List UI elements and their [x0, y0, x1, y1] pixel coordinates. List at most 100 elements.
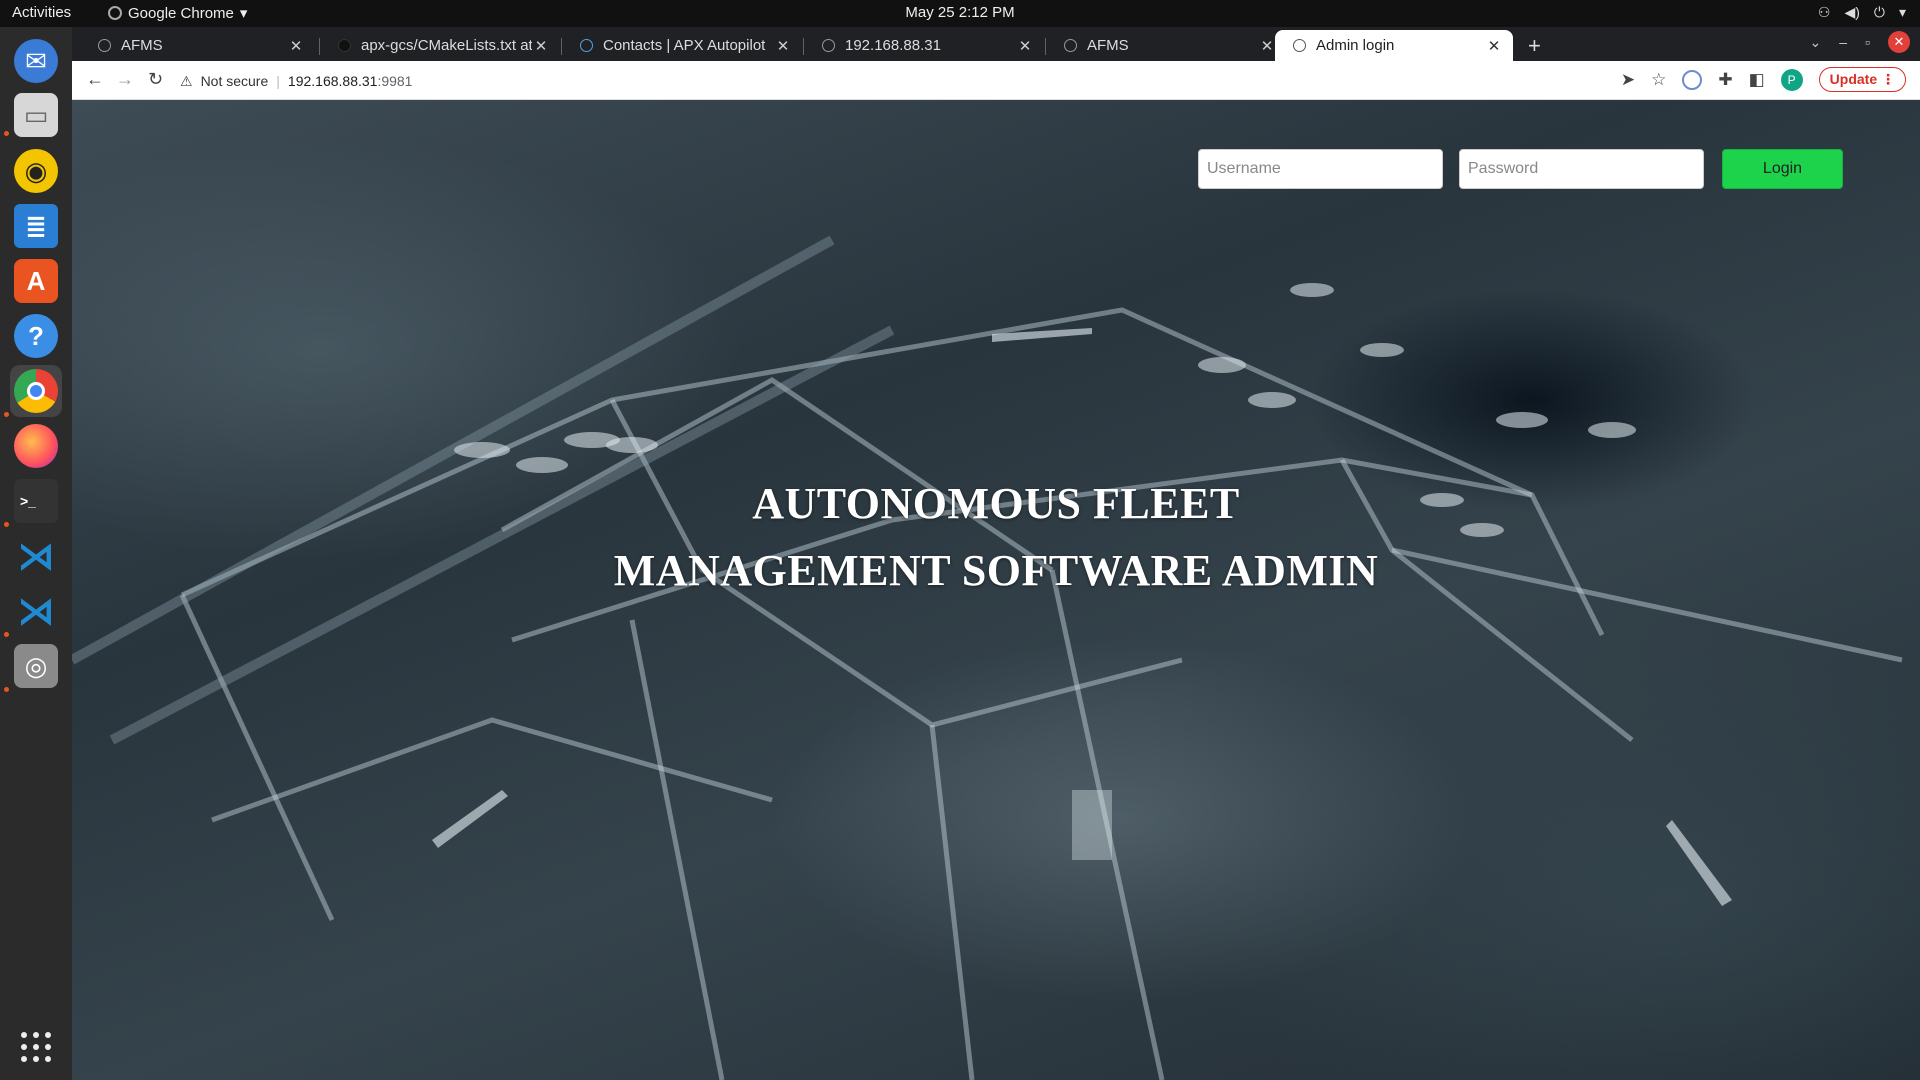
side-panel-icon[interactable]: ◧	[1749, 70, 1765, 90]
tab-strip: AFMS ✕ apx-gcs/CMakeLists.txt at ✕ Conta…	[72, 27, 1920, 61]
clock[interactable]: May 25 2:12 PM	[0, 4, 1920, 21]
page-headline: AUTONOMOUS FLEET MANAGEMENT SOFTWARE ADM…	[72, 470, 1920, 604]
dock-disk[interactable]: ◎	[10, 640, 62, 692]
new-tab-button[interactable]: +	[1528, 33, 1541, 59]
dock-vscode-2[interactable]: ⋊	[10, 585, 62, 637]
address-separator: |	[276, 73, 280, 89]
help-icon: ?	[14, 314, 58, 358]
app-menu[interactable]: Google Chrome ▾	[108, 4, 247, 22]
tab-afms[interactable]: AFMS ✕	[80, 30, 315, 61]
tab-contacts[interactable]: Contacts | APX Autopilot ✕	[562, 30, 802, 61]
software-center-icon: A	[14, 259, 58, 303]
files-icon: ▭	[14, 93, 58, 137]
chevron-down-icon: ▾	[239, 5, 248, 22]
dock: ✉ ▭ ◉ ≣ A ? >_ ⋊ ⋊ ◎	[0, 27, 72, 1080]
reload-icon[interactable]: ↻	[148, 69, 163, 90]
vscode-icon: ⋊	[17, 590, 55, 633]
tab-title: Contacts | APX Autopilot	[603, 37, 766, 54]
tab-cmakelists[interactable]: apx-gcs/CMakeLists.txt at ✕	[320, 30, 560, 61]
tab-search-icon[interactable]: ⌄	[1810, 34, 1822, 51]
headline-line-2: MANAGEMENT SOFTWARE ADMIN	[613, 546, 1379, 595]
dock-files[interactable]: ▭	[10, 89, 62, 141]
tab-title: 192.168.88.31	[845, 37, 941, 54]
rhythmbox-icon: ◉	[14, 149, 58, 193]
url-port: :9981	[377, 73, 413, 89]
maximize-icon[interactable]: ▫	[1865, 34, 1870, 50]
security-label[interactable]: Not secure	[201, 73, 269, 89]
thunderbird-icon: ✉	[14, 39, 58, 83]
app-menu-label: Google Chrome	[128, 4, 234, 22]
tab-title: Admin login	[1316, 37, 1395, 54]
toolbar-actions: ➤ ☆ ✚ ◧ P Update ⋮	[1621, 67, 1906, 92]
extensions-puzzle-icon[interactable]: ✚	[1718, 70, 1732, 90]
close-icon[interactable]: ✕	[287, 37, 305, 55]
close-icon[interactable]: ✕	[532, 37, 550, 55]
dock-rhythmbox[interactable]: ◉	[10, 145, 62, 197]
tab-title: apx-gcs/CMakeLists.txt at	[361, 37, 532, 54]
window-close-button[interactable]: ✕	[1888, 31, 1910, 53]
dock-firefox[interactable]	[10, 420, 62, 472]
back-icon[interactable]: ←	[86, 69, 104, 90]
minimize-icon[interactable]: –	[1839, 34, 1847, 50]
close-icon[interactable]: ✕	[1485, 37, 1503, 55]
send-icon[interactable]: ➤	[1621, 70, 1635, 90]
globe-icon	[1293, 39, 1306, 52]
close-icon[interactable]: ✕	[1258, 37, 1276, 55]
apx-icon	[580, 39, 593, 52]
system-tray[interactable]: ⚇ ◀) ⏻ ▾	[1818, 4, 1906, 21]
dock-terminal[interactable]: >_	[10, 475, 62, 527]
forward-icon[interactable]: →	[116, 69, 134, 90]
dock-chrome[interactable]	[10, 365, 62, 417]
url-host: 192.168.88.31	[287, 73, 378, 89]
browser-toolbar: ← → ↻ ⚠ Not secure | 192.168.88.31:9981 …	[72, 61, 1920, 100]
disk-icon: ◎	[14, 644, 58, 688]
power-icon: ⏻	[1873, 4, 1885, 20]
firefox-icon	[14, 424, 58, 468]
password-input[interactable]	[1459, 149, 1704, 189]
headline-line-1: AUTONOMOUS FLEET	[752, 479, 1240, 528]
tab-title: AFMS	[1087, 37, 1129, 54]
tab-ip[interactable]: 192.168.88.31 ✕	[804, 30, 1044, 61]
address-bar[interactable]: ⚠ Not secure | 192.168.88.31:9981	[180, 67, 1630, 95]
close-icon[interactable]: ✕	[1016, 37, 1034, 55]
warning-icon[interactable]: ⚠	[180, 73, 193, 90]
chrome-small-icon	[108, 6, 122, 20]
running-indicator	[4, 522, 9, 527]
show-applications-icon[interactable]	[21, 1032, 51, 1062]
globe-icon	[822, 39, 835, 52]
network-icon: ⚇	[1817, 4, 1831, 20]
terminal-icon: >_	[14, 479, 58, 523]
dock-help[interactable]: ?	[10, 310, 62, 362]
extension-icon[interactable]	[1682, 69, 1703, 90]
dock-software[interactable]: A	[10, 255, 62, 307]
update-label: Update	[1829, 71, 1878, 87]
running-indicator	[4, 131, 9, 136]
tab-title: AFMS	[121, 37, 163, 54]
dock-vscode[interactable]: ⋊	[10, 530, 62, 582]
vscode-icon: ⋊	[17, 535, 55, 578]
activities-button[interactable]: Activities	[12, 4, 71, 21]
profile-avatar[interactable]: P	[1780, 68, 1803, 91]
volume-icon: ◀)	[1844, 4, 1860, 20]
login-button[interactable]: Login	[1722, 149, 1843, 189]
bookmark-star-icon[interactable]: ☆	[1651, 70, 1666, 90]
admin-login-page: Login AUTONOMOUS FLEET MANAGEMENT SOFTWA…	[72, 100, 1920, 1080]
login-form: Login	[1198, 149, 1843, 189]
system-top-bar: Activities Google Chrome ▾ May 25 2:12 P…	[0, 0, 1920, 27]
chevron-down-icon: ▾	[1898, 4, 1906, 20]
github-icon	[338, 39, 351, 52]
tab-afms-2[interactable]: AFMS ✕	[1046, 30, 1286, 61]
globe-icon	[98, 39, 111, 52]
username-input[interactable]	[1198, 149, 1443, 189]
globe-icon	[1064, 39, 1077, 52]
running-indicator	[4, 632, 9, 637]
tab-admin-login[interactable]: Admin login ✕	[1275, 30, 1513, 61]
update-button[interactable]: Update ⋮	[1818, 67, 1906, 92]
writer-icon: ≣	[14, 204, 58, 248]
chrome-icon	[14, 369, 58, 413]
dock-writer[interactable]: ≣	[10, 200, 62, 252]
dock-thunderbird[interactable]: ✉	[10, 35, 62, 87]
close-icon[interactable]: ✕	[774, 37, 792, 55]
running-indicator	[4, 412, 9, 417]
window-controls: ⌄ – ▫ ✕	[1810, 31, 1910, 53]
